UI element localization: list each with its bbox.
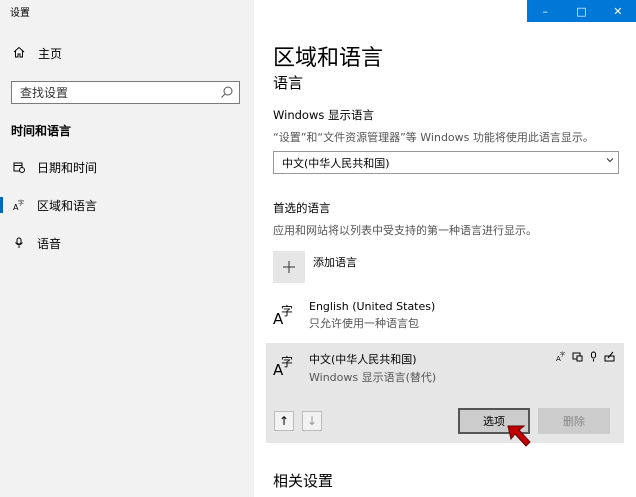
- search-input[interactable]: [12, 82, 220, 103]
- display-language-description: “设置”和“文件资源管理器”等 Windows 功能将使用此语言显示。: [273, 131, 594, 144]
- calendar-clock-icon: [11, 161, 27, 173]
- sidebar-item-date-time[interactable]: 日期和时间: [0, 152, 254, 182]
- preferred-languages-label: 首选的语言: [273, 201, 331, 215]
- svg-text:字: 字: [18, 199, 24, 207]
- display-language-value: 中文(中华人民共和国): [282, 156, 390, 170]
- language-name: 中文(中华人民共和国): [309, 353, 417, 366]
- language-detail: Windows 显示语言(替代): [309, 371, 437, 384]
- display-language-label: Windows 显示语言: [273, 108, 374, 122]
- add-language-button[interactable]: 添加语言: [273, 251, 357, 283]
- microphone-icon: [11, 237, 27, 249]
- home-icon: [12, 46, 26, 61]
- language-item-english[interactable]: A 字 English (United States) 只允许使用一种语言包: [273, 300, 435, 331]
- language-icon: A字: [11, 199, 27, 211]
- display-language-select[interactable]: 中文(中华人民共和国): [273, 151, 619, 174]
- language-detail: 只允许使用一种语言包: [309, 317, 419, 330]
- display-language-feature-icon: A字: [556, 351, 567, 365]
- plus-icon: [273, 251, 305, 283]
- related-settings-heading: 相关设置: [273, 472, 334, 490]
- sidebar: 设置 主页 时间和语言 日期和时间 A字 区域和语言 语音: [0, 0, 254, 497]
- sidebar-item-region-language[interactable]: A字 区域和语言: [0, 190, 254, 220]
- window-title: 设置: [10, 8, 30, 19]
- sidebar-item-speech[interactable]: 语音: [0, 228, 254, 258]
- language-pack-icon: A 字: [273, 355, 294, 379]
- move-down-button[interactable]: ↓: [302, 411, 322, 431]
- sidebar-home[interactable]: 主页: [12, 45, 62, 62]
- main-content: 区域和语言 语言 Windows 显示语言 “设置”和“文件资源管理器”等 Wi…: [254, 0, 636, 497]
- sidebar-item-label: 区域和语言: [37, 198, 98, 213]
- language-name: English (United States): [309, 300, 436, 313]
- pointer-arrow-icon: [507, 425, 531, 447]
- search-box[interactable]: [11, 81, 240, 104]
- handwriting-feature-icon: [604, 351, 615, 365]
- sidebar-item-label: 语音: [37, 236, 62, 251]
- sidebar-item-label: 日期和时间: [37, 160, 98, 175]
- chevron-down-icon: [606, 156, 614, 167]
- search-icon[interactable]: [220, 85, 234, 99]
- move-up-button[interactable]: ↑: [274, 411, 294, 431]
- preferred-languages-description: 应用和网站将以列表中受支持的第一种语言进行显示。: [273, 224, 537, 237]
- remove-button[interactable]: 删除: [538, 408, 610, 434]
- language-pack-icon: A 字: [273, 304, 294, 328]
- language-feature-icons: A字: [556, 351, 615, 365]
- add-language-label: 添加语言: [313, 256, 357, 269]
- page-title: 区域和语言: [273, 46, 384, 71]
- sidebar-home-label: 主页: [38, 47, 63, 61]
- section-title-language: 语言: [273, 74, 304, 92]
- microphone-icon: [588, 351, 599, 365]
- svg-text:字: 字: [560, 351, 565, 358]
- sidebar-section-title: 时间和语言: [11, 124, 72, 138]
- language-item-chinese-selected[interactable]: A 字 中文(中华人民共和国) Windows 显示语言(替代) A字 ↑ ↓: [266, 343, 624, 443]
- language-item-chinese[interactable]: A 字 中文(中华人民共和国) Windows 显示语言(替代): [273, 351, 436, 385]
- keyboard-feature-icon: [572, 351, 583, 365]
